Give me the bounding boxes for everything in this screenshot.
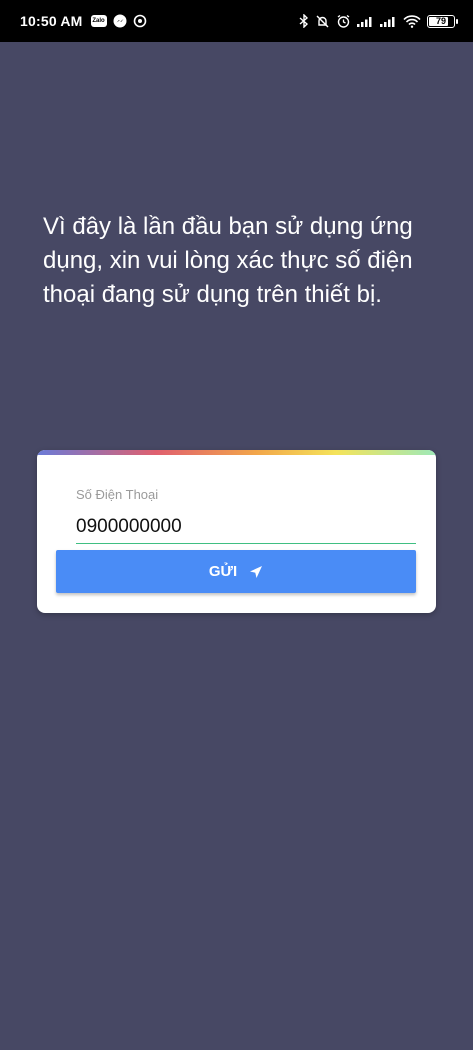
status-time: 10:50 AM — [20, 13, 83, 29]
send-icon — [249, 565, 263, 579]
status-bar: 10:50 AM Zalo 79 — [0, 0, 473, 42]
phone-field-label: Số Điện Thoại — [76, 487, 159, 502]
battery-icon: 79 — [427, 14, 458, 28]
status-bar-left: 10:50 AM Zalo — [20, 13, 153, 29]
status-bar-right: 79 — [293, 14, 458, 29]
battery-percent: 79 — [435, 16, 446, 26]
verification-message: Vì đây là lần đầu bạn sử dụng ứng dụng, … — [43, 213, 413, 308]
wifi-icon — [403, 14, 421, 28]
bluetooth-icon — [299, 14, 309, 28]
signal-icon — [357, 15, 374, 27]
phone-number-input[interactable] — [76, 510, 416, 544]
zalo-icon: Zalo — [90, 15, 107, 27]
send-button-label: GỬI — [208, 563, 238, 580]
do-not-disturb-icon — [315, 14, 330, 29]
send-button[interactable]: GỬI — [56, 550, 416, 593]
signal-icon — [380, 15, 397, 27]
alarm-icon — [336, 14, 351, 29]
location-icon — [133, 14, 147, 28]
phone-verification-card: Số Điện Thoại GỬI — [37, 450, 436, 613]
card-accent-strip — [37, 450, 436, 455]
messenger-icon — [113, 14, 127, 28]
